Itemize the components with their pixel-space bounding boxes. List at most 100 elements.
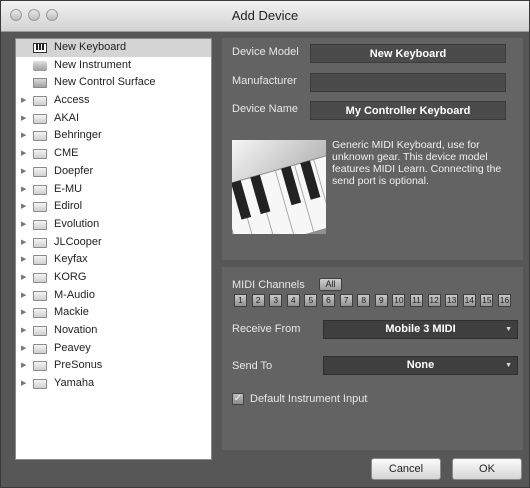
list-item-label: M-Audio [54,288,95,301]
disclosure-triangle-icon[interactable]: ▶ [21,127,29,145]
midi-channel-12-button[interactable]: 12 [427,294,441,307]
folder-list-item[interactable]: ▶ Behringer [16,127,211,145]
midi-channel-10-button[interactable]: 10 [392,294,406,307]
disclosure-triangle-icon[interactable]: ▶ [21,110,29,128]
folder-list-item[interactable]: ▶ Peavey [16,340,211,358]
midi-channel-9-button[interactable]: 9 [374,294,388,307]
folder-list-item[interactable]: ▶ PreSonus [16,357,211,375]
list-item-label: Behringer [54,129,102,142]
device-model-label: Device Model [232,46,299,58]
midi-channel-15-button[interactable]: 15 [480,294,494,307]
list-item-label: Mackie [54,306,89,319]
instrument-icon [33,60,47,71]
folder-icon [33,149,47,160]
list-item-label: Peavey [54,341,91,354]
ok-button[interactable]: OK [452,458,522,480]
list-item-label: New Keyboard [54,41,127,53]
midi-channel-11-button[interactable]: 11 [410,294,423,307]
midi-channel-2-button[interactable]: 2 [251,294,265,307]
device-list[interactable]: New Keyboard New Instrument New Control Su… [15,38,212,460]
folder-list-item[interactable]: ▶ KORG [16,269,211,287]
disclosure-triangle-icon[interactable]: ▶ [21,145,29,163]
folder-list-item[interactable]: ▶ JLCooper [16,234,211,252]
midi-channel-8-button[interactable]: 8 [357,294,371,307]
folder-icon [33,131,47,142]
all-channels-button[interactable]: All [319,278,342,291]
title-bar: Add Device [1,1,529,32]
folder-list-item[interactable]: ▶ Yamaha [16,375,211,393]
receive-from-value: Mobile 3 MIDI [385,323,456,335]
manufacturer-label: Manufacturer [232,75,297,87]
disclosure-triangle-icon[interactable]: ▶ [21,216,29,234]
default-instrument-input-label: Default Instrument Input [250,393,368,405]
disclosure-triangle-icon[interactable]: ▶ [21,92,29,110]
disclosure-triangle-icon[interactable]: ▶ [21,181,29,199]
folder-icon [33,379,47,390]
disclosure-triangle-icon[interactable]: ▶ [21,198,29,216]
list-item-label: CME [54,147,79,160]
disclosure-triangle-icon[interactable]: ▶ [21,340,29,358]
midi-channel-4-button[interactable]: 4 [286,294,300,307]
folder-list-item[interactable]: ▶ M-Audio [16,287,211,305]
list-item-label: AKAI [54,111,80,124]
folder-list-item[interactable]: ▶ Novation [16,322,211,340]
folder-list-item[interactable]: ▶ Doepfer [16,163,211,181]
disclosure-triangle-icon[interactable]: ▶ [21,251,29,269]
disclosure-triangle-icon[interactable]: ▶ [21,304,29,322]
device-name-label: Device Name [232,103,299,115]
midi-channel-6-button[interactable]: 6 [322,294,335,307]
device-name-field[interactable]: My Controller Keyboard [310,101,506,120]
disclosure-triangle-icon[interactable]: ▶ [21,287,29,305]
midi-channel-13-button[interactable]: 13 [445,294,459,307]
folder-list-item[interactable]: ▶ CME [16,145,211,163]
midi-settings-panel: MIDI Channels All 1 2 3 4 5 6 7 8 9 10 11 12 13 14 15 1… [222,267,523,450]
disclosure-triangle-icon[interactable]: ▶ [21,357,29,375]
keyboard-icon [33,43,47,53]
midi-channel-5-button[interactable]: 5 [304,294,318,307]
disclosure-triangle-icon[interactable]: ▶ [21,269,29,287]
list-item-label: Keyfax [54,253,88,266]
list-item-label: New Instrument [54,58,132,71]
midi-channel-3-button[interactable]: 3 [269,294,283,307]
folder-list-item[interactable]: ▶ Evolution [16,216,211,234]
add-device-window: Add Device New Keyboard New Instrument New… [0,0,530,488]
disclosure-triangle-icon[interactable]: ▶ [21,322,29,340]
folder-list-item[interactable]: ▶ Access [16,92,211,110]
device-info-panel: Device Model New Keyboard Manufacturer D… [222,38,523,260]
midi-channels-label: MIDI Channels [232,279,305,291]
receive-from-select[interactable]: Mobile 3 MIDI ▼ [323,320,518,339]
window-title: Add Device [231,8,299,23]
folder-list-item[interactable]: ▶ Mackie [16,304,211,322]
folder-icon [33,272,47,283]
folder-list-item[interactable]: ▶ E-MU [16,181,211,199]
midi-channel-16-button[interactable]: 16 [498,294,511,307]
midi-channel-1-button[interactable]: 1 [234,294,247,307]
list-item-label: Doepfer [54,164,94,177]
device-type-list-item[interactable]: New Control Surface [16,74,211,92]
device-type-list-item[interactable]: New Instrument [16,57,211,75]
receive-from-label: Receive From [232,323,301,335]
send-to-select[interactable]: None ▼ [323,356,518,375]
list-item-label: JLCooper [54,235,102,248]
device-type-list-item[interactable]: New Keyboard [16,39,211,57]
cancel-button[interactable]: Cancel [371,458,441,480]
folder-icon [33,308,47,319]
folder-list-item[interactable]: ▶ AKAI [16,110,211,128]
midi-channel-14-button[interactable]: 14 [462,294,476,307]
folder-icon [33,326,47,336]
disclosure-triangle-icon[interactable]: ▶ [21,375,29,393]
disclosure-triangle-icon[interactable]: ▶ [21,163,29,181]
device-description: Generic MIDI Keyboard, use for unknown g… [332,139,502,187]
device-model-field[interactable]: New Keyboard [310,44,506,63]
list-item-label: Novation [54,324,98,336]
midi-channel-7-button[interactable]: 7 [339,294,353,307]
chevron-down-icon: ▼ [505,326,512,333]
folder-icon [33,113,47,124]
folder-icon [33,255,47,266]
folder-icon [33,166,47,177]
folder-list-item[interactable]: ▶ Keyfax [16,251,211,269]
default-instrument-input-checkbox[interactable]: ✓ [232,393,244,405]
folder-list-item[interactable]: ▶ Edirol [16,198,211,216]
disclosure-triangle-icon[interactable]: ▶ [21,234,29,252]
manufacturer-field[interactable] [310,73,506,92]
